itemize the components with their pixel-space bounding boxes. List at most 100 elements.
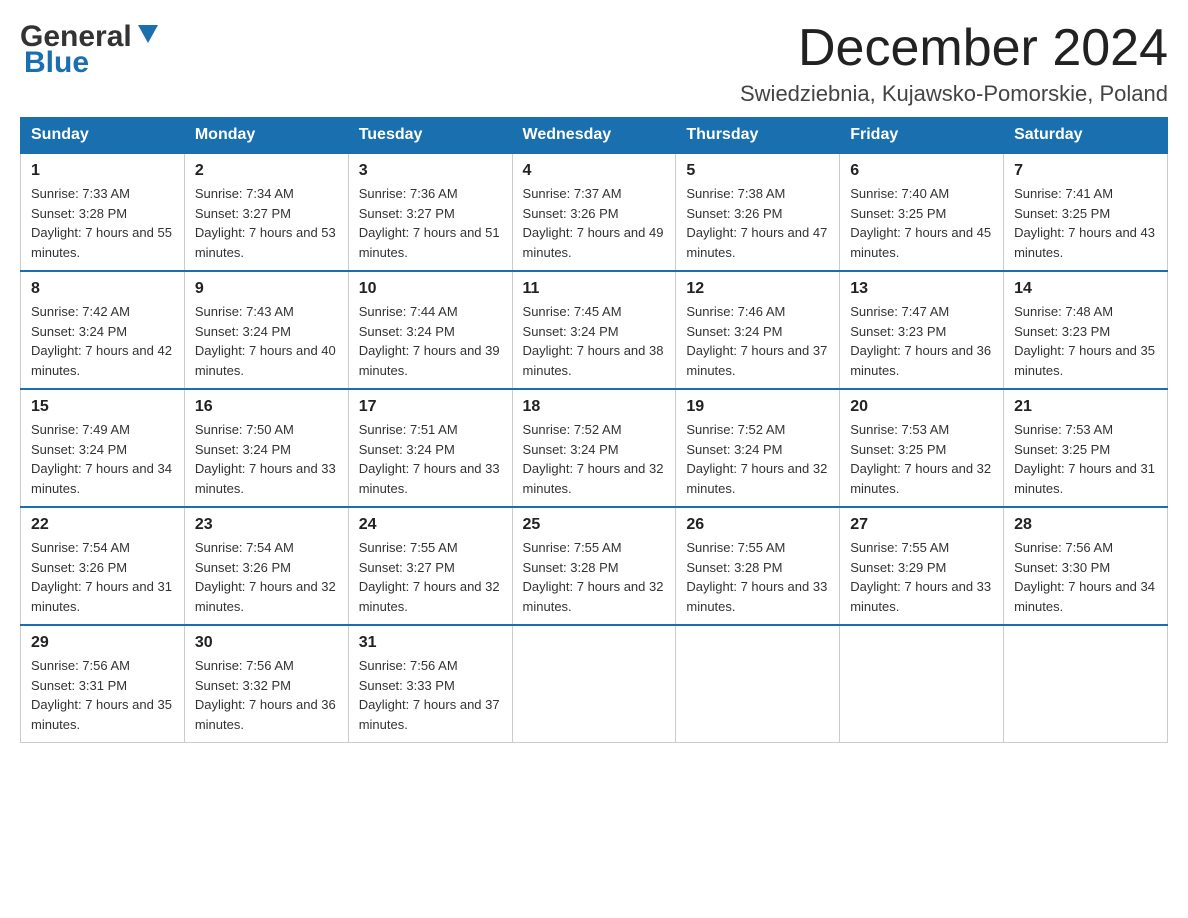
calendar-day-cell: 27Sunrise: 7:55 AMSunset: 3:29 PMDayligh… bbox=[840, 507, 1004, 625]
day-info: Sunrise: 7:51 AMSunset: 3:24 PMDaylight:… bbox=[359, 420, 502, 498]
day-number: 16 bbox=[195, 398, 338, 416]
day-number: 13 bbox=[850, 280, 993, 298]
calendar-week-row: 8 Sunrise: 7:42 AMSunset: 3:24 PMDaylight… bbox=[21, 271, 1168, 389]
day-number: 4 bbox=[523, 162, 666, 180]
day-info: Sunrise: 7:53 AMSunset: 3:25 PMDaylight:… bbox=[1014, 420, 1157, 498]
calendar-week-row: 22 Sunrise: 7:54 AMSunset: 3:26 PMDayligh… bbox=[21, 507, 1168, 625]
weekday-header-friday: Friday bbox=[840, 118, 1004, 154]
day-number: 22 bbox=[31, 516, 174, 534]
day-info: Sunrise: 7:48 AMSunset: 3:23 PMDaylight:… bbox=[1014, 302, 1157, 380]
weekday-header-tuesday: Tuesday bbox=[348, 118, 512, 154]
day-number: 29 bbox=[31, 634, 174, 652]
calendar-day-cell: 17Sunrise: 7:51 AMSunset: 3:24 PMDayligh… bbox=[348, 389, 512, 507]
day-info: Sunrise: 7:56 AMSunset: 3:30 PMDaylight:… bbox=[1014, 538, 1157, 616]
weekday-header-saturday: Saturday bbox=[1004, 118, 1168, 154]
calendar-day-cell: 8 Sunrise: 7:42 AMSunset: 3:24 PMDaylight… bbox=[21, 271, 185, 389]
calendar-day-cell: 25 Sunrise: 7:55 AMSunset: 3:28 PMDayligh… bbox=[512, 507, 676, 625]
day-info: Sunrise: 7:44 AMSunset: 3:24 PMDaylight:… bbox=[359, 302, 502, 380]
calendar-week-row: 15 Sunrise: 7:49 AMSunset: 3:24 PMDayligh… bbox=[21, 389, 1168, 507]
calendar-day-cell: 10Sunrise: 7:44 AMSunset: 3:24 PMDayligh… bbox=[348, 271, 512, 389]
day-info: Sunrise: 7:54 AMSunset: 3:26 PMDaylight:… bbox=[31, 538, 174, 616]
day-number: 19 bbox=[686, 398, 829, 416]
day-number: 11 bbox=[523, 280, 666, 298]
calendar-day-cell: 3 Sunrise: 7:36 AMSunset: 3:27 PMDaylight… bbox=[348, 153, 512, 271]
day-number: 9 bbox=[195, 280, 338, 298]
day-number: 15 bbox=[31, 398, 174, 416]
day-info: Sunrise: 7:50 AMSunset: 3:24 PMDaylight:… bbox=[195, 420, 338, 498]
logo-arrow-icon bbox=[134, 21, 162, 49]
day-number: 18 bbox=[523, 398, 666, 416]
calendar-day-cell: 23Sunrise: 7:54 AMSunset: 3:26 PMDayligh… bbox=[184, 507, 348, 625]
logo-blue-text: Blue bbox=[24, 46, 89, 80]
calendar-table: SundayMondayTuesdayWednesdayThursdayFrid… bbox=[20, 117, 1168, 743]
calendar-day-cell: 29 Sunrise: 7:56 AMSunset: 3:31 PMDayligh… bbox=[21, 625, 185, 743]
day-number: 14 bbox=[1014, 280, 1157, 298]
day-info: Sunrise: 7:55 AMSunset: 3:27 PMDaylight:… bbox=[359, 538, 502, 616]
day-info: Sunrise: 7:55 AMSunset: 3:28 PMDaylight:… bbox=[523, 538, 666, 616]
weekday-header-thursday: Thursday bbox=[676, 118, 840, 154]
day-number: 25 bbox=[523, 516, 666, 534]
day-number: 5 bbox=[686, 162, 829, 180]
calendar-day-cell: 4 Sunrise: 7:37 AMSunset: 3:26 PMDaylight… bbox=[512, 153, 676, 271]
day-number: 26 bbox=[686, 516, 829, 534]
day-number: 24 bbox=[359, 516, 502, 534]
day-info: Sunrise: 7:56 AMSunset: 3:33 PMDaylight:… bbox=[359, 656, 502, 734]
day-number: 8 bbox=[31, 280, 174, 298]
calendar-week-row: 29 Sunrise: 7:56 AMSunset: 3:31 PMDayligh… bbox=[21, 625, 1168, 743]
calendar-day-cell: 6 Sunrise: 7:40 AMSunset: 3:25 PMDaylight… bbox=[840, 153, 1004, 271]
weekday-header-wednesday: Wednesday bbox=[512, 118, 676, 154]
calendar-day-cell: 28 Sunrise: 7:56 AMSunset: 3:30 PMDayligh… bbox=[1004, 507, 1168, 625]
day-number: 12 bbox=[686, 280, 829, 298]
weekday-header-monday: Monday bbox=[184, 118, 348, 154]
day-info: Sunrise: 7:36 AMSunset: 3:27 PMDaylight:… bbox=[359, 184, 502, 262]
calendar-day-cell bbox=[840, 625, 1004, 743]
day-info: Sunrise: 7:37 AMSunset: 3:26 PMDaylight:… bbox=[523, 184, 666, 262]
day-info: Sunrise: 7:45 AMSunset: 3:24 PMDaylight:… bbox=[523, 302, 666, 380]
calendar-day-cell: 18 Sunrise: 7:52 AMSunset: 3:24 PMDayligh… bbox=[512, 389, 676, 507]
day-number: 28 bbox=[1014, 516, 1157, 534]
day-number: 27 bbox=[850, 516, 993, 534]
day-info: Sunrise: 7:52 AMSunset: 3:24 PMDaylight:… bbox=[523, 420, 666, 498]
calendar-day-cell: 5 Sunrise: 7:38 AMSunset: 3:26 PMDaylight… bbox=[676, 153, 840, 271]
page-header: General Blue December 2024 Swiedziebnia,… bbox=[20, 20, 1168, 107]
calendar-day-cell bbox=[512, 625, 676, 743]
calendar-day-cell: 1Sunrise: 7:33 AMSunset: 3:28 PMDaylight… bbox=[21, 153, 185, 271]
day-info: Sunrise: 7:49 AMSunset: 3:24 PMDaylight:… bbox=[31, 420, 174, 498]
month-title: December 2024 bbox=[740, 20, 1168, 77]
day-number: 20 bbox=[850, 398, 993, 416]
calendar-day-cell: 12 Sunrise: 7:46 AMSunset: 3:24 PMDayligh… bbox=[676, 271, 840, 389]
calendar-day-cell: 21Sunrise: 7:53 AMSunset: 3:25 PMDayligh… bbox=[1004, 389, 1168, 507]
day-info: Sunrise: 7:55 AMSunset: 3:28 PMDaylight:… bbox=[686, 538, 829, 616]
day-number: 2 bbox=[195, 162, 338, 180]
calendar-day-cell: 9 Sunrise: 7:43 AMSunset: 3:24 PMDaylight… bbox=[184, 271, 348, 389]
day-info: Sunrise: 7:56 AMSunset: 3:32 PMDaylight:… bbox=[195, 656, 338, 734]
day-number: 6 bbox=[850, 162, 993, 180]
calendar-day-cell: 24 Sunrise: 7:55 AMSunset: 3:27 PMDayligh… bbox=[348, 507, 512, 625]
calendar-day-cell: 20 Sunrise: 7:53 AMSunset: 3:25 PMDayligh… bbox=[840, 389, 1004, 507]
day-number: 3 bbox=[359, 162, 502, 180]
day-info: Sunrise: 7:43 AMSunset: 3:24 PMDaylight:… bbox=[195, 302, 338, 380]
calendar-day-cell: 31 Sunrise: 7:56 AMSunset: 3:33 PMDayligh… bbox=[348, 625, 512, 743]
day-info: Sunrise: 7:42 AMSunset: 3:24 PMDaylight:… bbox=[31, 302, 174, 380]
day-number: 7 bbox=[1014, 162, 1157, 180]
calendar-day-cell: 15 Sunrise: 7:49 AMSunset: 3:24 PMDayligh… bbox=[21, 389, 185, 507]
day-info: Sunrise: 7:33 AMSunset: 3:28 PMDaylight:… bbox=[31, 184, 174, 262]
day-info: Sunrise: 7:53 AMSunset: 3:25 PMDaylight:… bbox=[850, 420, 993, 498]
logo: General Blue bbox=[20, 20, 162, 80]
day-info: Sunrise: 7:56 AMSunset: 3:31 PMDaylight:… bbox=[31, 656, 174, 734]
day-info: Sunrise: 7:41 AMSunset: 3:25 PMDaylight:… bbox=[1014, 184, 1157, 262]
calendar-day-cell: 19Sunrise: 7:52 AMSunset: 3:24 PMDayligh… bbox=[676, 389, 840, 507]
day-info: Sunrise: 7:54 AMSunset: 3:26 PMDaylight:… bbox=[195, 538, 338, 616]
weekday-header-row: SundayMondayTuesdayWednesdayThursdayFrid… bbox=[21, 118, 1168, 154]
calendar-week-row: 1Sunrise: 7:33 AMSunset: 3:28 PMDaylight… bbox=[21, 153, 1168, 271]
calendar-day-cell bbox=[1004, 625, 1168, 743]
day-info: Sunrise: 7:38 AMSunset: 3:26 PMDaylight:… bbox=[686, 184, 829, 262]
day-info: Sunrise: 7:46 AMSunset: 3:24 PMDaylight:… bbox=[686, 302, 829, 380]
day-info: Sunrise: 7:34 AMSunset: 3:27 PMDaylight:… bbox=[195, 184, 338, 262]
day-number: 31 bbox=[359, 634, 502, 652]
calendar-day-cell: 16 Sunrise: 7:50 AMSunset: 3:24 PMDayligh… bbox=[184, 389, 348, 507]
calendar-day-cell: 7 Sunrise: 7:41 AMSunset: 3:25 PMDaylight… bbox=[1004, 153, 1168, 271]
day-info: Sunrise: 7:40 AMSunset: 3:25 PMDaylight:… bbox=[850, 184, 993, 262]
calendar-day-cell: 14 Sunrise: 7:48 AMSunset: 3:23 PMDayligh… bbox=[1004, 271, 1168, 389]
calendar-day-cell: 2 Sunrise: 7:34 AMSunset: 3:27 PMDaylight… bbox=[184, 153, 348, 271]
